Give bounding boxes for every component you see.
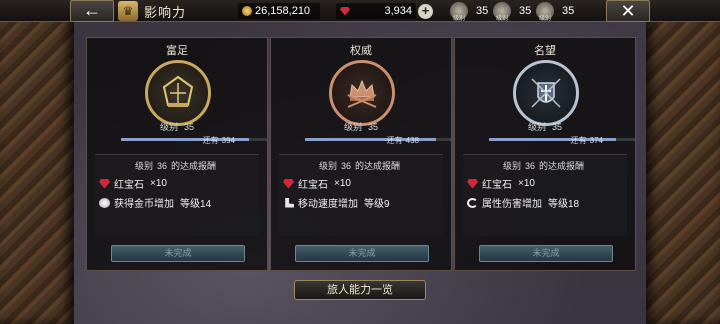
influence-icon: ♛ xyxy=(118,1,138,21)
traveler-abilities-button[interactable]: 旅人能力一览 xyxy=(294,280,426,300)
add-ruby-button[interactable]: + xyxy=(418,4,433,19)
reward-ruby-row: 红宝石 ×10 xyxy=(99,176,259,191)
remaining-points: 还有 374 xyxy=(570,136,603,145)
close-button[interactable]: ✕ xyxy=(606,0,650,22)
stat-fame-value: 35 xyxy=(562,5,575,17)
boot-icon xyxy=(285,197,294,208)
gold-coin-icon xyxy=(242,6,252,16)
panel-fame: 名望 级别 35 还有 374 级别 36 的达成报酬 红宝石 ×10 属性伤害增加 等级1… xyxy=(454,37,636,271)
reward-bonus-row: 属性伤害增加 等级18 xyxy=(467,195,627,210)
stat-wealth-value: 35 xyxy=(476,5,489,17)
swirl-icon xyxy=(467,197,478,208)
stat-fame: 级别 35 xyxy=(536,2,575,22)
reward-bonus-row: 移动速度增加 等级9 xyxy=(283,195,443,210)
right-frame xyxy=(646,0,720,324)
status-button[interactable]: 未完成 xyxy=(479,245,613,262)
fame-badge-icon: 级别 xyxy=(536,2,554,22)
page-title: 影响力 xyxy=(144,4,187,20)
status-button[interactable]: 未完成 xyxy=(295,245,429,262)
ruby-amount: 3,934 xyxy=(384,5,412,17)
remaining-points: 还有 394 xyxy=(202,136,235,145)
panel-title: 富足 xyxy=(166,45,188,57)
gold-amount: 26,158,210 xyxy=(255,5,311,17)
panel-wealth: 富足 级别 35 还有 394 级别 36 的达成报酬 红宝石 ×10 获得金币增加 等级1… xyxy=(86,37,268,271)
panel-title: 名望 xyxy=(534,45,556,57)
status-button[interactable]: 未完成 xyxy=(111,245,245,262)
left-frame xyxy=(0,0,74,324)
ruby-counter: 3,934 xyxy=(336,3,416,19)
panel-authority: 权威 级别 35 还有 438 级别 36 的达成报酬 红宝石 ×10 移动速度增加 等级9… xyxy=(270,37,452,271)
back-button[interactable]: ← xyxy=(70,0,114,22)
panel-title: 权威 xyxy=(350,45,372,57)
ruby-icon xyxy=(467,178,478,189)
close-icon: ✕ xyxy=(620,1,636,21)
ruby-icon xyxy=(340,6,350,16)
top-bar: ← ♛ 影响力 26,158,210 3,934 + 级别 35 级别 35 级… xyxy=(0,0,720,22)
level-line: 级别 35 xyxy=(527,122,563,132)
xp-bar xyxy=(121,138,267,141)
stat-authority-value: 35 xyxy=(519,5,532,17)
wealth-badge-icon: 级别 xyxy=(450,2,468,22)
level-value: 35 xyxy=(552,122,563,132)
level-value: 35 xyxy=(184,122,195,132)
title-area: ♛ 影响力 xyxy=(118,0,186,22)
reward-bonus-row: 获得金币增加 等级14 xyxy=(99,195,259,210)
stat-wealth: 级别 35 xyxy=(450,2,489,22)
reward-ruby-row: 红宝石 ×10 xyxy=(283,176,443,191)
wealth-emblem-icon xyxy=(145,60,211,126)
reward-box: 级别 36 的达成报酬 红宝石 ×10 获得金币增加 等级14 xyxy=(95,154,259,236)
authority-badge-icon: 级别 xyxy=(493,2,511,22)
authority-emblem-icon xyxy=(329,60,395,126)
xp-bar xyxy=(489,138,635,141)
level-value: 35 xyxy=(368,122,379,132)
remaining-points: 还有 438 xyxy=(386,136,419,145)
reward-ruby-row: 红宝石 ×10 xyxy=(467,176,627,191)
stat-authority: 级别 35 xyxy=(493,2,532,22)
gold-coins-icon xyxy=(99,197,110,208)
level-line: 级别 35 xyxy=(343,122,379,132)
xp-bar xyxy=(305,138,451,141)
reward-heading: 级别 36 的达成报酬 xyxy=(135,161,217,171)
ruby-icon xyxy=(99,178,110,189)
gold-counter: 26,158,210 xyxy=(238,3,320,19)
level-line: 级别 35 xyxy=(159,122,195,132)
reward-heading: 级别 36 的达成报酬 xyxy=(503,161,585,171)
reward-box: 级别 36 的达成报酬 红宝石 ×10 属性伤害增加 等级18 xyxy=(463,154,627,236)
fame-emblem-icon xyxy=(513,60,579,126)
reward-box: 级别 36 的达成报酬 红宝石 ×10 移动速度增加 等级9 xyxy=(279,154,443,236)
arrow-left-icon: ← xyxy=(83,0,101,20)
ruby-icon xyxy=(283,178,294,189)
reward-heading: 级别 36 的达成报酬 xyxy=(319,161,401,171)
